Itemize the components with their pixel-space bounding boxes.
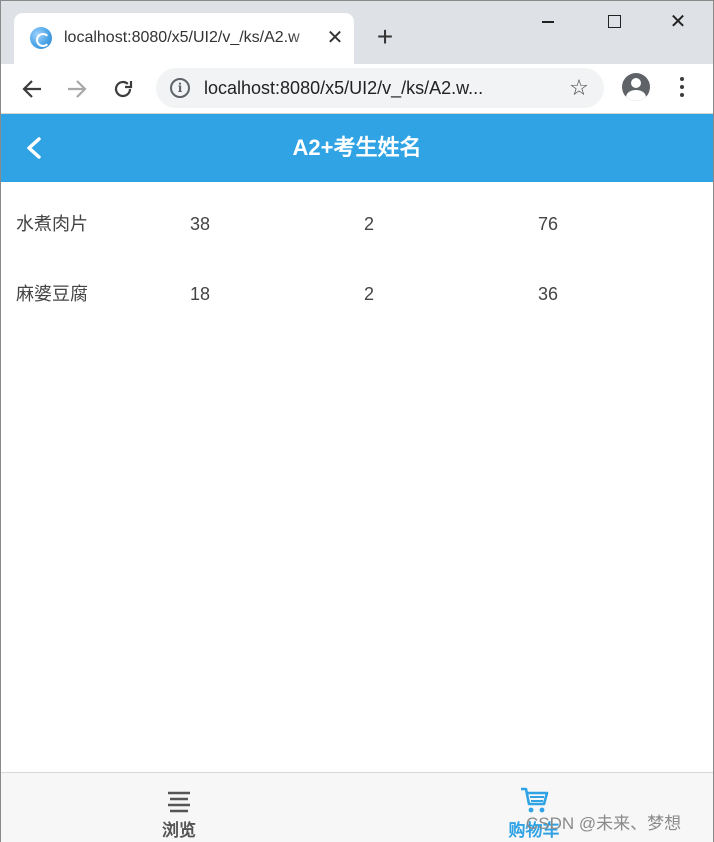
item-quantity: 2 xyxy=(364,284,375,304)
favicon-icon xyxy=(30,27,52,49)
back-chevron-icon[interactable] xyxy=(18,132,50,164)
forward-arrow-icon[interactable] xyxy=(60,72,94,106)
browser-titlebar: localhost:8080/x5/UI2/v_/ks/A2.w ✕ + ✕ xyxy=(0,0,714,64)
watermark: CSDN @未来、梦想 xyxy=(526,814,682,833)
minimize-icon[interactable] xyxy=(528,8,568,36)
item-price: 18 xyxy=(190,284,211,304)
window-close-icon[interactable]: ✕ xyxy=(658,8,698,36)
item-name: 麻婆豆腐 xyxy=(16,284,88,304)
cart-list: 水煮肉片 38 2 76 麻婆豆腐 18 2 36 xyxy=(0,188,714,328)
tab-browse-label: 浏览 xyxy=(162,821,196,840)
browser-toolbar: i localhost:8080/x5/UI2/v_/ks/A2.w... ☆ xyxy=(0,64,714,114)
browser-tab[interactable]: localhost:8080/x5/UI2/v_/ks/A2.w ✕ xyxy=(14,13,354,64)
profile-icon[interactable] xyxy=(622,73,650,101)
address-bar[interactable]: i localhost:8080/x5/UI2/v_/ks/A2.w... ☆ xyxy=(156,68,604,108)
shopping-cart-icon xyxy=(519,785,549,815)
item-price: 38 xyxy=(190,214,211,234)
tab-browse[interactable]: 浏览 xyxy=(0,773,357,842)
item-total: 76 xyxy=(538,214,559,234)
tab-close-icon[interactable]: ✕ xyxy=(324,27,346,49)
back-arrow-icon[interactable] xyxy=(15,72,49,106)
url-text[interactable]: localhost:8080/x5/UI2/v_/ks/A2.w... xyxy=(204,77,549,99)
item-quantity: 2 xyxy=(364,214,375,234)
bookmark-star-icon[interactable]: ☆ xyxy=(566,75,592,101)
kebab-menu-icon[interactable] xyxy=(670,73,694,103)
app-header: A2+考生姓名 xyxy=(0,114,714,182)
reload-icon[interactable] xyxy=(106,72,140,106)
list-item: 水煮肉片 38 2 76 xyxy=(0,188,714,258)
page-title: A2+考生姓名 xyxy=(292,135,422,160)
item-name: 水煮肉片 xyxy=(16,214,88,234)
site-info-icon[interactable]: i xyxy=(170,78,190,98)
tab-title: localhost:8080/x5/UI2/v_/ks/A2.w xyxy=(64,29,300,46)
list-item: 麻婆豆腐 18 2 36 xyxy=(0,258,714,328)
maximize-icon[interactable] xyxy=(594,8,634,36)
list-icon xyxy=(164,785,194,815)
item-total: 36 xyxy=(538,284,559,304)
new-tab-icon[interactable]: + xyxy=(370,22,400,52)
